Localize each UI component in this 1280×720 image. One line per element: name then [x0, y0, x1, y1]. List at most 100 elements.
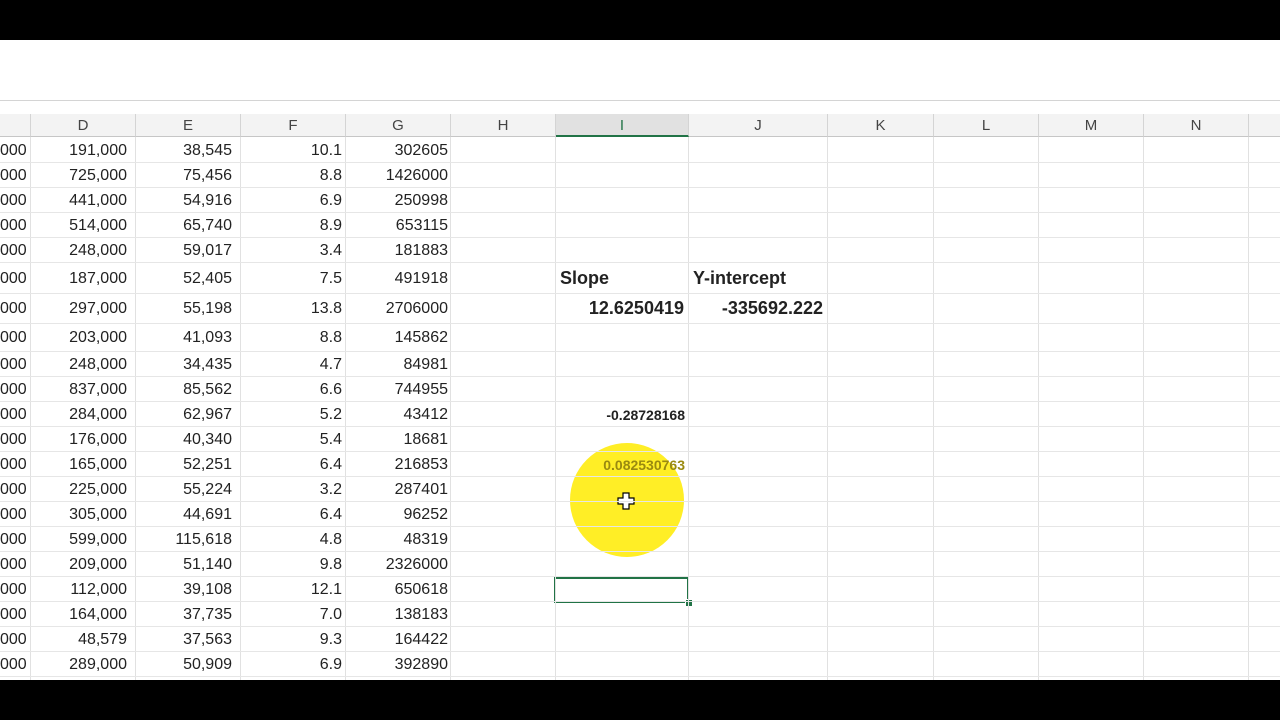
cell-d[interactable]: 248,000 [31, 356, 127, 374]
cell-g[interactable]: 96252 [346, 506, 449, 524]
cell-c[interactable]: 000 [0, 356, 27, 374]
cell-f[interactable]: 4.7 [241, 356, 342, 374]
column-header-o[interactable] [1249, 114, 1280, 137]
cell-c[interactable]: 000 [0, 431, 27, 449]
cell-f[interactable]: 8.8 [241, 167, 342, 185]
cell-d[interactable]: 284,000 [31, 406, 127, 424]
cell-d[interactable]: 165,000 [31, 456, 127, 474]
cell-c[interactable]: 000 [0, 242, 27, 260]
cell-d[interactable]: 203,000 [31, 329, 127, 347]
cell-g[interactable]: 1426000 [346, 167, 448, 185]
cell-f[interactable]: 10.1 [241, 142, 342, 160]
cell-e[interactable]: 39,108 [136, 581, 232, 599]
cell-f[interactable]: 8.9 [241, 217, 342, 235]
column-header-h[interactable]: H [451, 114, 556, 137]
cell-c[interactable]: 000 [0, 270, 27, 288]
cell-d[interactable]: 164,000 [31, 606, 127, 624]
cell-g[interactable]: 181883 [346, 242, 448, 260]
cell-e[interactable]: 52,405 [136, 270, 232, 288]
cell-d[interactable]: 209,000 [31, 556, 127, 574]
cell-f[interactable]: 4.8 [241, 531, 342, 549]
cell-c[interactable]: 000 [0, 192, 27, 210]
cell-e[interactable]: 44,691 [136, 506, 232, 524]
cell-g[interactable]: 744955 [346, 381, 448, 399]
active-cell[interactable] [554, 577, 689, 603]
cell-e[interactable]: 37,563 [136, 631, 232, 649]
cell-c[interactable]: 000 [0, 456, 27, 474]
column-header-m[interactable]: M [1039, 114, 1144, 137]
cell-g[interactable]: 2706000 [346, 300, 448, 318]
cell-c[interactable]: 000 [0, 531, 27, 549]
cell-e[interactable]: 34,435 [136, 356, 232, 374]
cell-g[interactable]: 491918 [346, 270, 448, 288]
cell-g[interactable]: 302605 [346, 142, 448, 160]
cell-g[interactable]: 392890 [346, 656, 448, 674]
cell-c[interactable]: 000 [0, 556, 27, 574]
cell-g[interactable]: 250998 [346, 192, 448, 210]
cell-g[interactable]: 216853 [346, 456, 448, 474]
cell-f[interactable]: 9.3 [241, 631, 342, 649]
cell-c[interactable]: 000 [0, 656, 27, 674]
cell-g[interactable]: 2326000 [346, 556, 448, 574]
cell-g[interactable]: 653115 [346, 217, 448, 235]
cell-d[interactable]: 48,579 [31, 631, 127, 649]
cell-e[interactable]: 40,340 [136, 431, 232, 449]
cell-f[interactable]: 9.8 [241, 556, 342, 574]
column-header-n[interactable]: N [1144, 114, 1249, 137]
cell-e[interactable]: 52,251 [136, 456, 232, 474]
cell-c[interactable]: 000 [0, 631, 27, 649]
cell-f[interactable]: 5.4 [241, 431, 342, 449]
cell-g[interactable]: 145862 [346, 329, 448, 347]
cell-e[interactable]: 65,740 [136, 217, 232, 235]
column-header-k[interactable]: K [828, 114, 934, 137]
cell-d[interactable]: 725,000 [31, 167, 127, 185]
cell-d[interactable]: 176,000 [31, 431, 127, 449]
column-header-l[interactable]: L [934, 114, 1039, 137]
cell-e[interactable]: 75,456 [136, 167, 232, 185]
cell-c[interactable]: 000 [0, 167, 27, 185]
column-header-d[interactable]: D [31, 114, 136, 137]
cell-e[interactable]: 54,916 [136, 192, 232, 210]
column-header-c[interactable] [0, 114, 31, 137]
column-header-i[interactable]: I [556, 114, 689, 137]
cell-e[interactable]: 59,017 [136, 242, 232, 260]
cell-d[interactable]: 297,000 [31, 300, 127, 318]
cell-d[interactable]: 305,000 [31, 506, 127, 524]
cell-d[interactable]: 514,000 [31, 217, 127, 235]
cell-g[interactable]: 164422 [346, 631, 448, 649]
cell-c[interactable]: 000 [0, 606, 27, 624]
cell-d[interactable]: 837,000 [31, 381, 127, 399]
cell-f[interactable]: 3.4 [241, 242, 342, 260]
cell-f[interactable]: 13.8 [241, 300, 342, 318]
cell-g[interactable]: 18681 [346, 431, 449, 449]
cell-c[interactable]: 000 [0, 481, 27, 499]
column-header-j[interactable]: J [689, 114, 828, 137]
cell-f[interactable]: 6.6 [241, 381, 342, 399]
cell-d[interactable]: 187,000 [31, 270, 127, 288]
cell-f[interactable]: 6.9 [241, 656, 342, 674]
cell-e[interactable]: 41,093 [136, 329, 232, 347]
cell-f[interactable]: 6.4 [241, 456, 342, 474]
cell-d[interactable]: 599,000 [31, 531, 127, 549]
cell-f[interactable]: 12.1 [241, 581, 342, 599]
cell-f[interactable]: 5.2 [241, 406, 342, 424]
cell-g[interactable]: 650618 [346, 581, 448, 599]
cell-c[interactable]: 000 [0, 506, 27, 524]
cell-f[interactable]: 6.9 [241, 192, 342, 210]
cell-e[interactable]: 55,224 [136, 481, 232, 499]
cell-d[interactable]: 112,000 [31, 581, 127, 599]
cell-e[interactable]: 55,198 [136, 300, 232, 318]
cell-d[interactable]: 248,000 [31, 242, 127, 260]
cell-e[interactable]: 37,735 [136, 606, 232, 624]
cell-e[interactable]: 51,140 [136, 556, 232, 574]
cell-e[interactable]: 38,545 [136, 142, 232, 160]
cell-f[interactable]: 7.5 [241, 270, 342, 288]
cell-e[interactable]: 115,618 [136, 531, 232, 549]
cell-f[interactable]: 3.2 [241, 481, 342, 499]
cell-d[interactable]: 191,000 [31, 142, 127, 160]
cell-c[interactable]: 000 [0, 142, 27, 160]
cell-c[interactable]: 000 [0, 300, 27, 318]
column-header-f[interactable]: F [241, 114, 346, 137]
cell-g[interactable]: 138183 [346, 606, 448, 624]
cell-c[interactable]: 000 [0, 406, 27, 424]
